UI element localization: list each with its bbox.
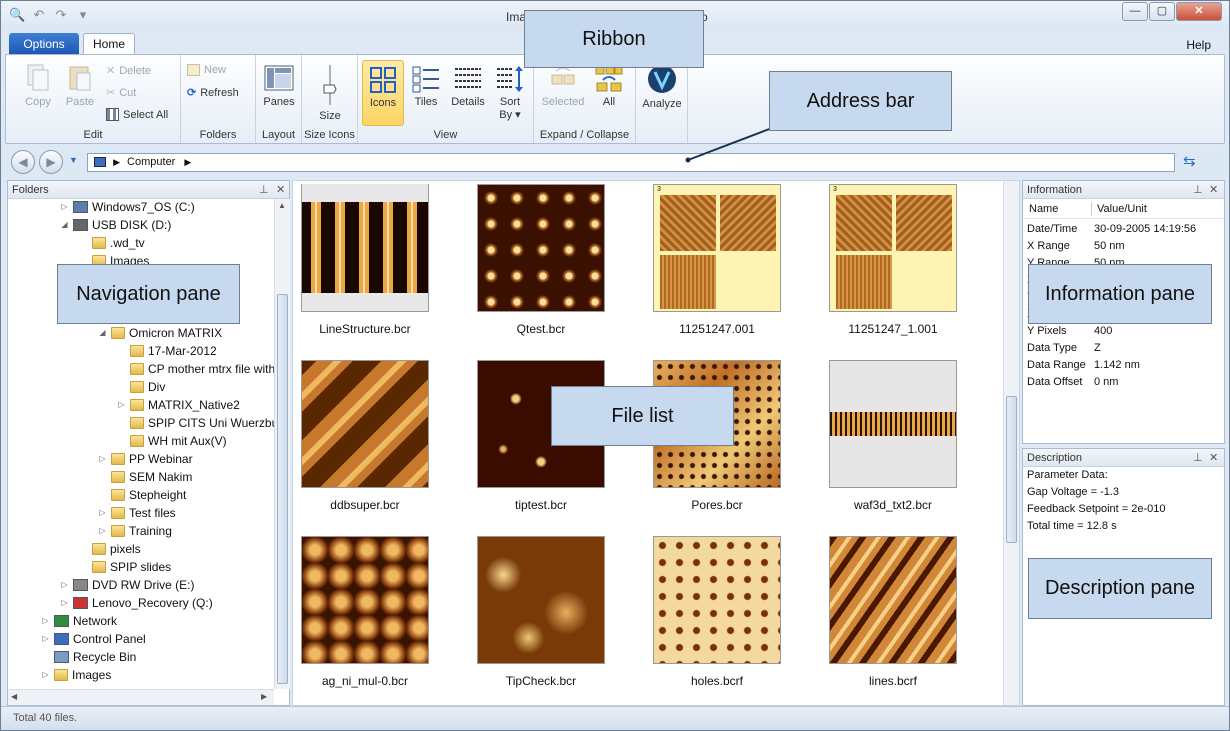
- callout-connector: [685, 127, 773, 163]
- callout-information-pane: Information pane: [1028, 264, 1212, 324]
- callout-file-list: File list: [551, 386, 734, 446]
- callout-ribbon: Ribbon: [524, 10, 704, 68]
- callout-description-pane: Description pane: [1028, 558, 1212, 619]
- callout-address-bar: Address bar: [769, 71, 952, 131]
- callout-navigation-pane: Navigation pane: [57, 264, 240, 324]
